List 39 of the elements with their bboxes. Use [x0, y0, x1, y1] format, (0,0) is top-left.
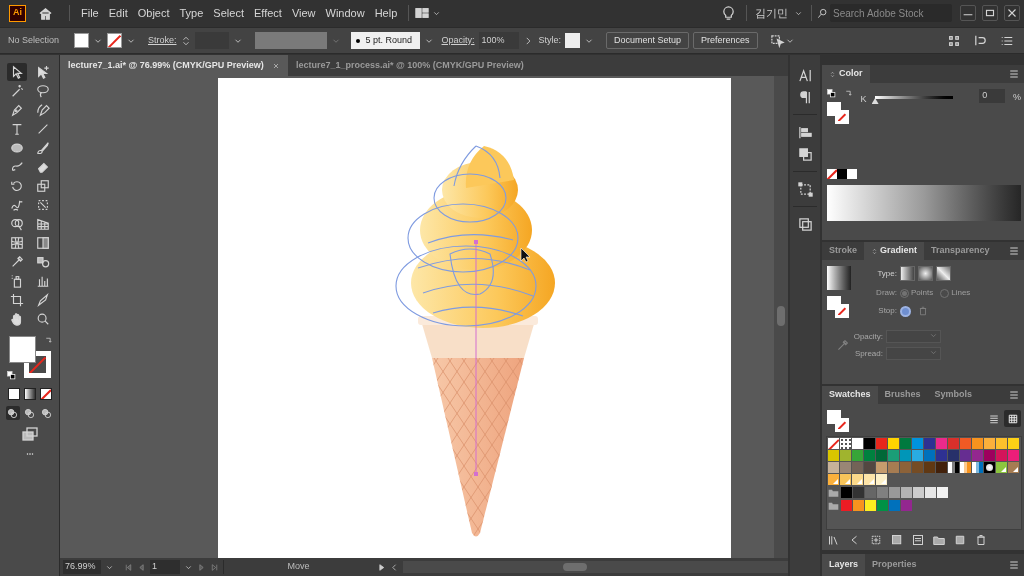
- document-setup-button[interactable]: Document Setup: [606, 32, 690, 49]
- current-tool-status: Move: [223, 560, 373, 574]
- percent-unit: %: [1012, 91, 1021, 104]
- stop-label: Stop:: [877, 305, 897, 317]
- menu-item[interactable]: Object: [132, 4, 175, 22]
- stroke-label[interactable]: Stroke:: [148, 33, 177, 48]
- panel-tab[interactable]: Properties: [865, 554, 924, 576]
- menu-item[interactable]: Type: [174, 4, 209, 22]
- panel-tab[interactable]: Layers: [822, 554, 866, 576]
- brush-definition[interactable]: 5 pt. Round: [350, 32, 420, 49]
- draw-label: Draw:: [875, 287, 897, 299]
- app-logo[interactable]: Ai: [9, 4, 26, 22]
- menu-item[interactable]: Select: [208, 4, 249, 22]
- opacity-field[interactable]: 100%: [478, 32, 519, 49]
- selection-status: No Selection: [7, 33, 61, 47]
- type-label: Type:: [876, 267, 897, 280]
- menu-item[interactable]: Window: [320, 4, 370, 22]
- menu-item[interactable]: Help: [369, 4, 403, 22]
- opacity-label: Opacity:: [853, 330, 883, 343]
- zoom-field[interactable]: 76.99%: [63, 560, 101, 574]
- channel-label: K: [860, 93, 867, 106]
- panel-tab[interactable]: Brushes: [877, 386, 928, 404]
- document-tab[interactable]: lecture7_1_process.ai* @ 100% (CMYK/GPU Preview): [287, 55, 532, 76]
- user-menu[interactable]: 김기민: [755, 4, 803, 22]
- menu-item[interactable]: Effect: [248, 4, 287, 22]
- menu-item[interactable]: Edit: [103, 4, 133, 22]
- spread-label: Spread:: [853, 347, 883, 360]
- opacity-label[interactable]: Opacity:: [441, 33, 475, 48]
- preferences-button[interactable]: Preferences: [693, 32, 758, 49]
- panel-tab[interactable]: Symbols: [927, 386, 980, 404]
- panel-tab[interactable]: Color: [822, 65, 870, 83]
- page-field[interactable]: 1: [150, 560, 180, 574]
- document-tab[interactable]: lecture7_1.ai* @ 76.99% (CMYK/GPU Preview): [60, 55, 288, 76]
- style-label: Style:: [538, 33, 562, 47]
- panel-tab[interactable]: Swatches: [822, 386, 878, 404]
- k-value-field[interactable]: 0: [979, 89, 1005, 103]
- menu-item[interactable]: View: [286, 4, 321, 22]
- search-field[interactable]: Search Adobe Stock: [830, 4, 952, 22]
- menu-item[interactable]: File: [76, 4, 104, 22]
